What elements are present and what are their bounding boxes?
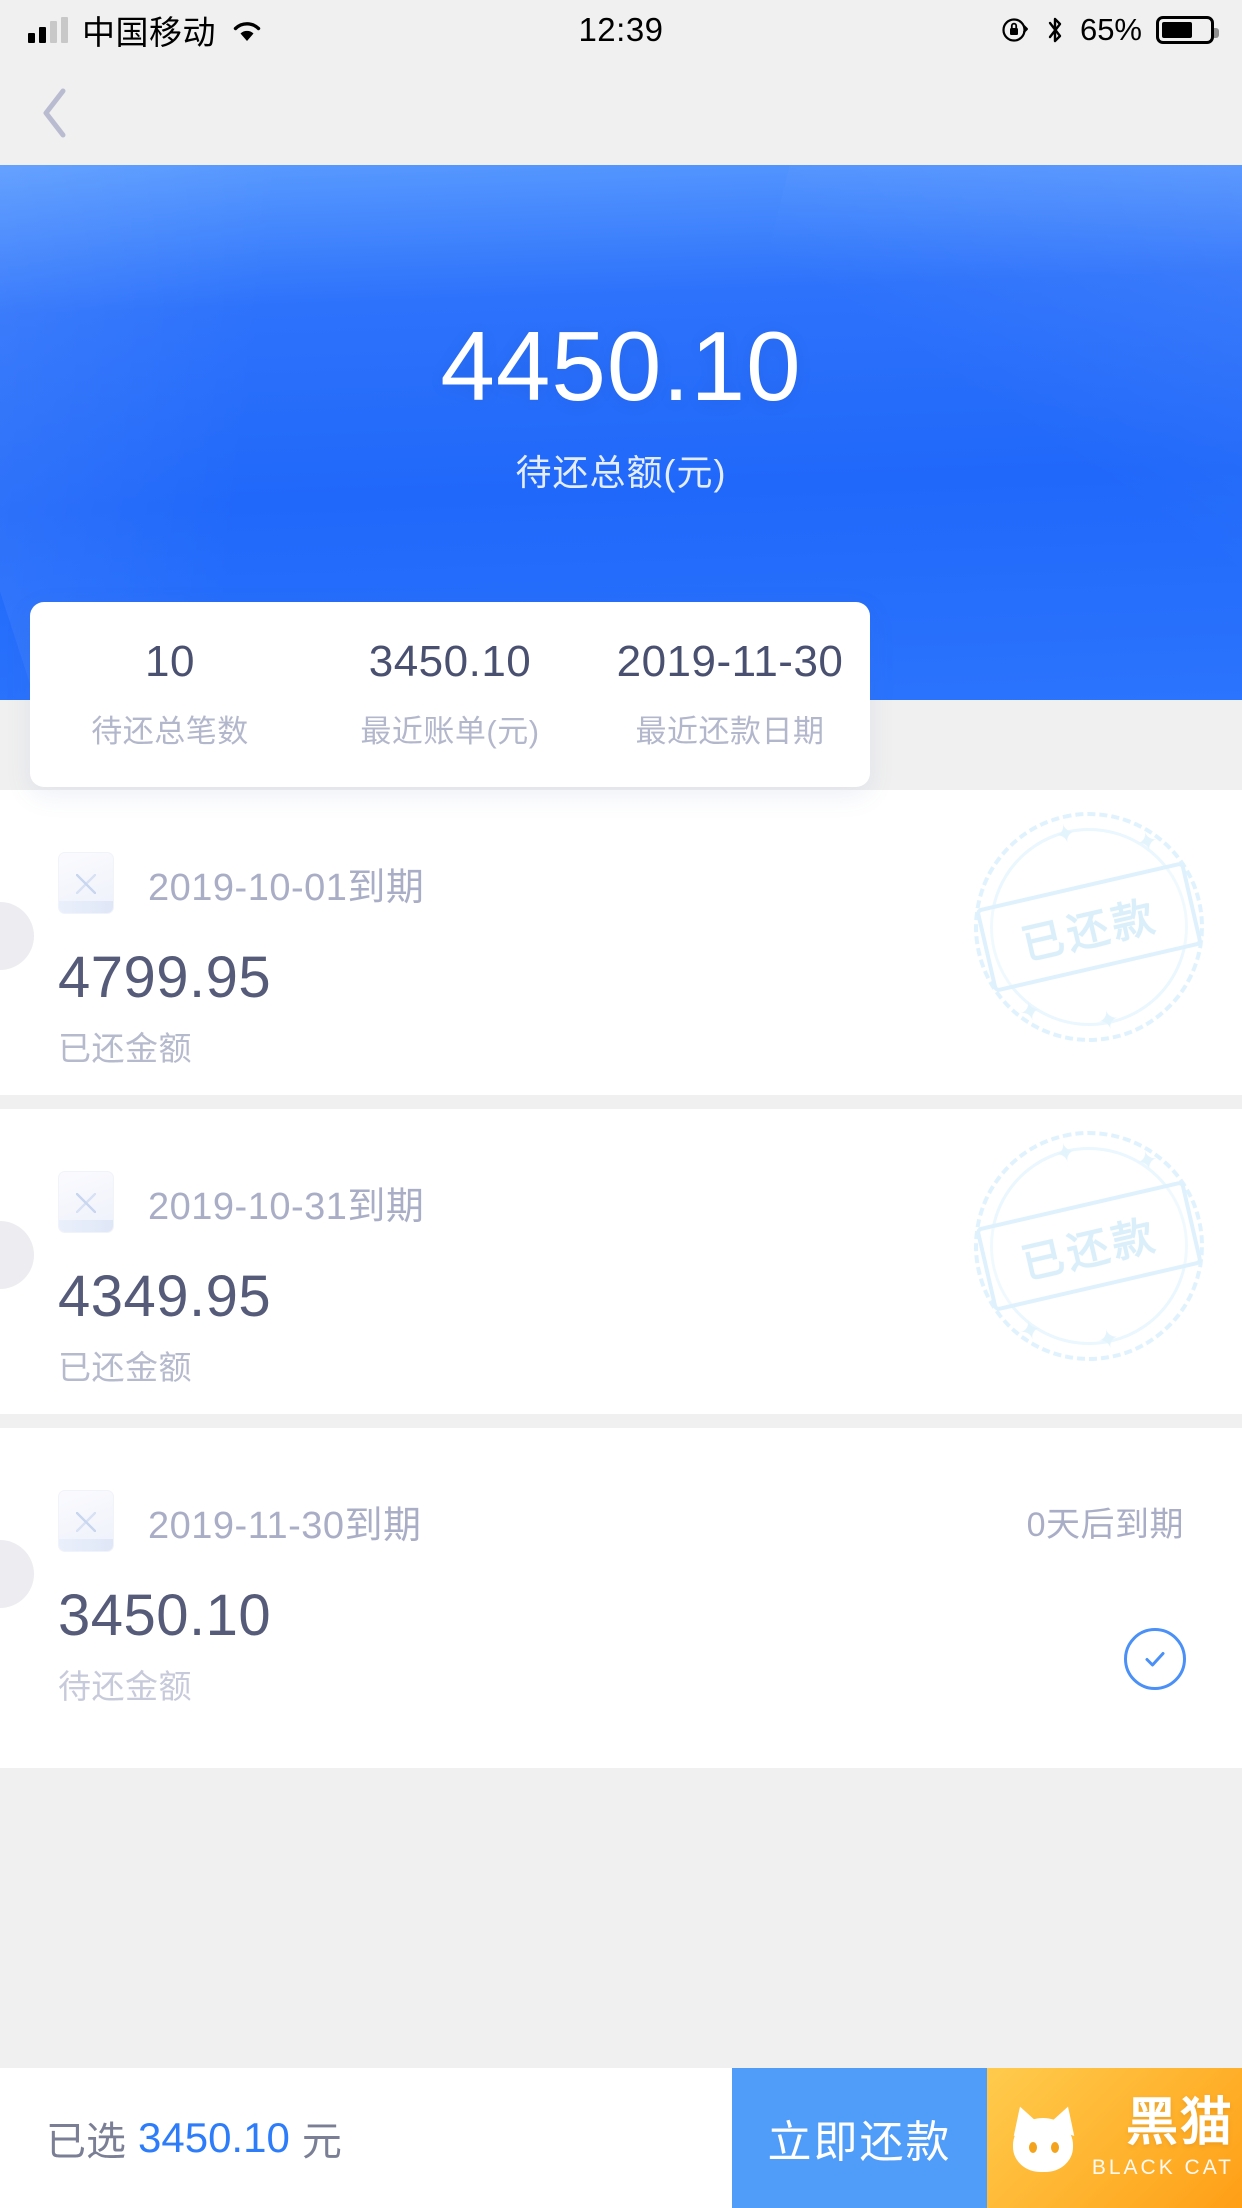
bill-amount-label: 已还金额 (58, 1349, 192, 1386)
bill-amount-label: 待还金额 (58, 1668, 192, 1705)
total-due-label: 待还总额(元) (515, 451, 727, 493)
selected-amount-value: 3450.10 (138, 2114, 290, 2161)
table-row[interactable]: 2019-10-01到期 4799.95 已还金额 ✦ ✦ ✦ ✦ 已还款 (0, 790, 1242, 1095)
bill-due-date: 2019-10-31到期 (148, 1185, 425, 1228)
stat-label: 待还总笔数 (91, 714, 249, 750)
brand-name-en: BLACK CAT (1091, 2155, 1234, 2179)
bill-row-header: 2019-10-01到期 (0, 852, 1242, 914)
status-bar-left: 中国移动 (28, 6, 264, 54)
stat-latest-due-date: 2019-11-30 最近还款日期 (590, 636, 870, 751)
bill-select-checkbox[interactable] (1124, 1628, 1186, 1690)
signal-icon (28, 17, 68, 43)
summary-card: 10 待还总笔数 3450.10 最近账单(元) 2019-11-30 最近还款… (30, 602, 870, 787)
repaid-stamp: ✦ ✦ ✦ ✦ 已还款 (951, 1109, 1227, 1384)
check-icon (1145, 1652, 1165, 1667)
bill-due-note: 0天后到期 (1026, 1505, 1184, 1544)
bluetooth-icon (1044, 15, 1066, 45)
black-cat-logo-icon (1005, 2102, 1083, 2180)
brand-watermark: 黑猫 BLACK CAT (987, 2068, 1242, 2208)
bottom-action-bar: 已选 3450.10 元 立即还款 黑猫 BLACK CAT (0, 2068, 1242, 2208)
battery-percent-label: 65% (1079, 12, 1142, 47)
stat-latest-bill: 3450.10 最近账单(元) (310, 636, 590, 751)
selected-prefix-label: 已选 (46, 2120, 126, 2164)
stat-value: 10 (145, 636, 195, 686)
stat-label: 最近账单(元) (360, 714, 540, 750)
bill-row-header: 2019-10-31到期 (0, 1171, 1242, 1233)
wifi-icon (230, 17, 264, 43)
bill-list: 2019-10-01到期 4799.95 已还金额 ✦ ✦ ✦ ✦ 已还款 2019… (0, 790, 1242, 1768)
selected-suffix-label: 元 (301, 2120, 342, 2164)
chevron-left-icon (43, 88, 66, 137)
rotation-lock-icon (1000, 15, 1030, 45)
status-bar: 中国移动 12:39 65% (0, 0, 1242, 60)
table-row[interactable]: 2019-10-31到期 4349.95 已还金额 ✦ ✦ ✦ ✦ 已还款 (0, 1109, 1242, 1414)
bill-row-header: 2019-11-30到期 0天后到期 (0, 1490, 1242, 1552)
carrier-label: 中国移动 (82, 14, 216, 51)
nav-bar (0, 60, 1242, 165)
repaid-stamp: ✦ ✦ ✦ ✦ 已还款 (951, 790, 1227, 1065)
bill-due-date: 2019-10-01到期 (148, 866, 425, 909)
back-button[interactable] (0, 60, 110, 165)
bill-due-date: 2019-11-30到期 (148, 1504, 422, 1547)
stat-value: 3450.10 (368, 636, 532, 686)
selected-amount-summary: 已选 3450.10 元 (0, 2068, 732, 2208)
stat-value: 2019-11-30 (616, 636, 844, 686)
brand-name-cn: 黑猫 (1125, 2093, 1234, 2152)
table-row[interactable]: 2019-11-30到期 0天后到期 3450.10 待还金额 (0, 1428, 1242, 1768)
bill-amount: 4799.95 (58, 945, 272, 1010)
battery-icon (1156, 16, 1219, 44)
stat-total-count: 10 待还总笔数 (30, 636, 310, 751)
bill-amount: 4349.95 (58, 1264, 272, 1329)
bill-icon (58, 1171, 114, 1233)
status-bar-right: 65% (1000, 12, 1219, 48)
bill-amount: 3450.10 (58, 1583, 272, 1648)
stat-label: 最近还款日期 (635, 714, 825, 750)
total-due-amount: 4450.10 (440, 311, 802, 421)
bill-icon (58, 1490, 114, 1552)
pay-now-button[interactable]: 立即还款 (732, 2068, 987, 2208)
bill-icon (58, 852, 114, 914)
bill-amount-label: 已还金额 (58, 1030, 192, 1067)
